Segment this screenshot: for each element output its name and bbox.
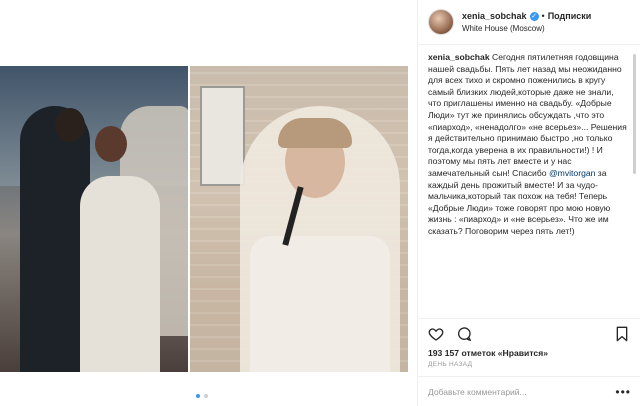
instagram-post-modal: xenia_sobchak ✓ • Подписки White House (…	[0, 0, 640, 406]
verified-badge-icon: ✓	[529, 11, 539, 21]
mention-link[interactable]: @mvitorgan	[549, 168, 595, 178]
separator-dot: •	[541, 11, 545, 21]
post-timestamp[interactable]: ДЕНЬ НАЗАД	[428, 361, 472, 368]
username-link[interactable]: xenia_sobchak	[462, 11, 527, 21]
likes-count[interactable]: 193 157 отметок «Нравится»	[428, 348, 548, 358]
location-link[interactable]: White House (Moscow)	[462, 24, 591, 33]
post-header: xenia_sobchak ✓ • Подписки White House (…	[418, 0, 640, 45]
carousel-indicator	[196, 394, 208, 398]
comment-icon[interactable]	[456, 326, 472, 342]
action-bar	[418, 318, 640, 348]
avatar[interactable]	[428, 9, 454, 35]
caption-author-link[interactable]: xenia_sobchak	[428, 52, 490, 62]
heart-icon[interactable]	[428, 326, 444, 342]
photo-wedding-kiss	[0, 66, 188, 372]
bookmark-icon[interactable]	[614, 326, 630, 342]
post-media[interactable]	[0, 0, 417, 406]
following-button[interactable]: Подписки	[548, 11, 592, 21]
carousel-dot-1[interactable]	[196, 394, 200, 398]
comment-form: •••	[418, 376, 640, 406]
post-sidebar: xenia_sobchak ✓ • Подписки White House (…	[417, 0, 640, 406]
more-options-icon[interactable]: •••	[615, 385, 631, 399]
comment-input[interactable]	[428, 386, 616, 397]
caption-text-1: Сегодня пятилетняя годовщина нашей свадь…	[428, 52, 627, 178]
carousel-dot-2[interactable]	[204, 394, 208, 398]
caption-scrollbar[interactable]	[632, 52, 637, 316]
caption-text-2: за каждый день прожитый вместе! И за чуд…	[428, 167, 611, 236]
post-caption: xenia_sobchak Сегодня пятилетняя годовщи…	[428, 52, 629, 318]
scrollbar-thumb[interactable]	[633, 54, 636, 174]
photo-bride-microphone	[190, 66, 408, 372]
